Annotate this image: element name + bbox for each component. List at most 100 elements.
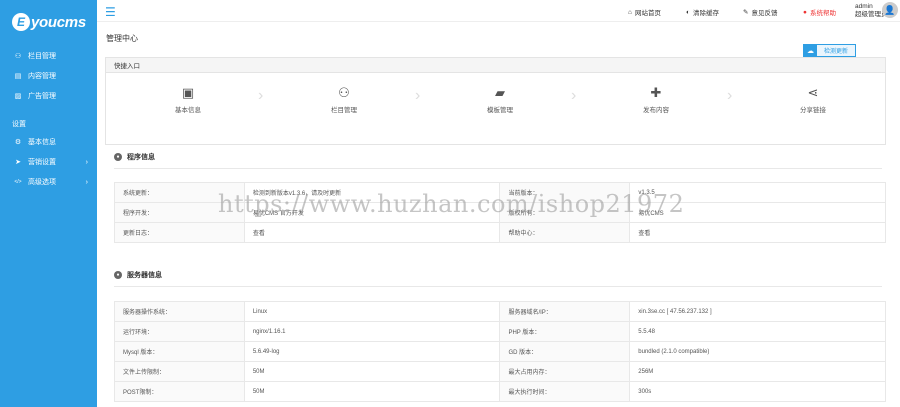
quick-item-publish[interactable]: ✚ 发布内容 <box>626 85 686 114</box>
upgrade-button[interactable]: ☁ 检测更新 <box>803 44 856 57</box>
server-info-table: 服务器操作系统： Linux 服务器域名/IP： xin.3se.cc [ 47… <box>114 301 886 402</box>
page-title: 管理中心 <box>106 34 138 43</box>
table-cell-label: 服务器操作系统： <box>114 301 245 322</box>
section-title-text: 程序信息 <box>127 154 155 161</box>
table-cell-label: 版权所有： <box>499 202 631 223</box>
table-cell-label: 更新日志： <box>114 222 245 243</box>
table-cell-label: 最大执行时间： <box>499 381 631 402</box>
table-row: POST限制： 50M 最大执行时间： 300s <box>114 381 886 402</box>
section-title-text: 服务器信息 <box>127 272 162 279</box>
sidebar-item-categories[interactable]: ⚇ 栏目管理 <box>0 46 97 66</box>
feedback-icon: ✎ <box>743 9 749 16</box>
sidebar-item-label: 栏目管理 <box>28 53 56 60</box>
quick-item-label: 栏目管理 <box>331 107 357 114</box>
help-center-link[interactable]: 查看 <box>629 222 886 243</box>
table-cell-label: POST限制： <box>114 381 245 402</box>
quick-item-label: 发布内容 <box>643 107 669 114</box>
send-icon: ➤ <box>15 159 21 166</box>
table-row: 程序开发： 易优CMS 官方开发 版权所有： 易优CMS <box>114 202 886 223</box>
chevron-right-icon: › <box>85 158 88 166</box>
help-link[interactable]: ● 系统帮助 <box>803 7 836 18</box>
chevron-right-icon: › <box>727 87 733 104</box>
chevron-right-icon: › <box>415 87 421 104</box>
feedback-link[interactable]: ✎ 意见反馈 <box>743 7 777 17</box>
sidebar: E youcms ⚇ 栏目管理 ▤ 内容管理 ▨ 广告管理 设置 ⚙ 基本信息 … <box>0 0 97 407</box>
cloud-icon: ☁ <box>804 45 817 56</box>
sidebar-item-ads[interactable]: ▨ 广告管理 <box>0 86 97 106</box>
table-cell-value: 50M <box>243 381 501 402</box>
table-cell-label: 运行环境： <box>114 321 245 342</box>
sitemap-icon: ⚇ <box>338 85 350 100</box>
avatar[interactable]: 👤 <box>882 2 898 18</box>
divider <box>114 286 882 287</box>
menu-toggle-icon[interactable]: ☰ <box>105 5 116 19</box>
table-cell-value: 300s <box>629 381 886 402</box>
home-link[interactable]: ⌂ 网站首页 <box>628 7 661 18</box>
help-icon: ● <box>803 8 807 16</box>
quick-access-panel: 快捷入口 ▣ 基本信息 › ⚇ 栏目管理 › ▰ 模板管理 › ✚ 发布内容 ›… <box>105 57 886 145</box>
logo[interactable]: E youcms <box>0 0 97 44</box>
table-cell-label: 文件上传限制： <box>114 361 245 382</box>
table-cell-value: 易优CMS 官方开发 <box>243 202 501 223</box>
help-label: 系统帮助 <box>809 10 836 17</box>
sidebar-item-marketing[interactable]: ➤ 营销设置 › <box>0 152 97 172</box>
table-cell-value: nginx/1.16.1 <box>243 321 501 342</box>
sidebar-item-label: 基本信息 <box>28 139 56 146</box>
update-notice-link[interactable]: 检测到新版本v1.3.6，请及时更新 <box>243 182 501 203</box>
table-cell-label: 服务器域名/IP： <box>499 301 631 322</box>
sidebar-item-basic-info[interactable]: ⚙ 基本信息 <box>0 132 97 152</box>
table-cell-label: Mysql 版本： <box>114 341 245 362</box>
sidebar-group-settings: 设置 <box>12 121 26 128</box>
quick-item-basic-info[interactable]: ▣ 基本信息 <box>158 85 218 114</box>
folder-open-icon: ▰ <box>495 85 505 100</box>
table-cell-label: 系统更新： <box>114 182 245 203</box>
table-cell-label: 帮助中心： <box>499 222 631 243</box>
home-icon: ⌂ <box>628 8 632 16</box>
quick-item-templates[interactable]: ▰ 模板管理 <box>470 85 530 114</box>
table-cell-label: PHP 版本： <box>499 321 631 342</box>
home-label: 网站首页 <box>634 10 661 17</box>
table-row: 服务器操作系统： Linux 服务器域名/IP： xin.3se.cc [ 47… <box>114 301 886 322</box>
sitemap-icon: ⚇ <box>14 53 22 60</box>
share-icon: ⋖ <box>807 85 819 100</box>
table-cell-label: 当前版本： <box>499 182 631 203</box>
divider <box>114 168 882 169</box>
info-circle-icon: ● <box>114 153 122 161</box>
sidebar-item-label: 内容管理 <box>28 73 56 80</box>
sidebar-item-content[interactable]: ▤ 内容管理 <box>0 66 97 86</box>
table-row: 运行环境： nginx/1.16.1 PHP 版本： 5.5.48 <box>114 321 886 342</box>
quick-item-label: 基本信息 <box>175 107 201 114</box>
sidebar-item-advanced[interactable]: </> 高级选项 › <box>0 172 97 192</box>
table-row: 更新日志： 查看 帮助中心： 查看 <box>114 222 886 243</box>
logo-badge: E <box>12 13 30 31</box>
cache-icon: ◐ <box>686 8 690 16</box>
table-cell-value: 易优CMS <box>629 202 886 223</box>
clear-cache-link[interactable]: ◐ 清除缓存 <box>686 7 719 18</box>
id-card-icon: ▣ <box>181 85 195 100</box>
logo-text: youcms <box>31 13 86 31</box>
table-cell-label: 程序开发： <box>114 202 245 223</box>
table-cell-value: Linux <box>243 301 501 322</box>
quick-access-header: 快捷入口 <box>106 58 885 73</box>
feedback-label: 意见反馈 <box>751 10 778 17</box>
sidebar-item-label: 营销设置 <box>28 159 56 166</box>
upgrade-label: 检测更新 <box>817 45 855 56</box>
table-cell-label: 最大占用内存： <box>499 361 631 382</box>
table-row: 系统更新： 检测到新版本v1.3.6，请及时更新 当前版本： v1.3.5 <box>114 182 886 203</box>
quick-item-label: 模板管理 <box>487 107 513 114</box>
plus-icon: ✚ <box>650 85 662 100</box>
quick-item-categories[interactable]: ⚇ 栏目管理 <box>314 85 374 114</box>
table-row: Mysql 版本： 5.6.49-log GD 版本： bundled (2.1… <box>114 341 886 362</box>
gear-icon: ⚙ <box>14 139 22 146</box>
table-cell-value: 50M <box>243 361 501 382</box>
system-info-table: 系统更新： 检测到新版本v1.3.6，请及时更新 当前版本： v1.3.5 程序… <box>114 182 886 243</box>
quick-item-share[interactable]: ⋖ 分享链接 <box>783 85 843 114</box>
image-icon: ▨ <box>14 93 22 100</box>
server-info-title: ● 服务器信息 <box>114 270 162 280</box>
table-cell-value: v1.3.5 <box>629 182 886 203</box>
info-circle-icon: ● <box>114 271 122 279</box>
code-icon: </> <box>14 179 22 185</box>
sidebar-item-label: 高级选项 <box>28 179 56 186</box>
changelog-link[interactable]: 查看 <box>243 222 501 243</box>
table-cell-label: GD 版本： <box>499 341 631 362</box>
